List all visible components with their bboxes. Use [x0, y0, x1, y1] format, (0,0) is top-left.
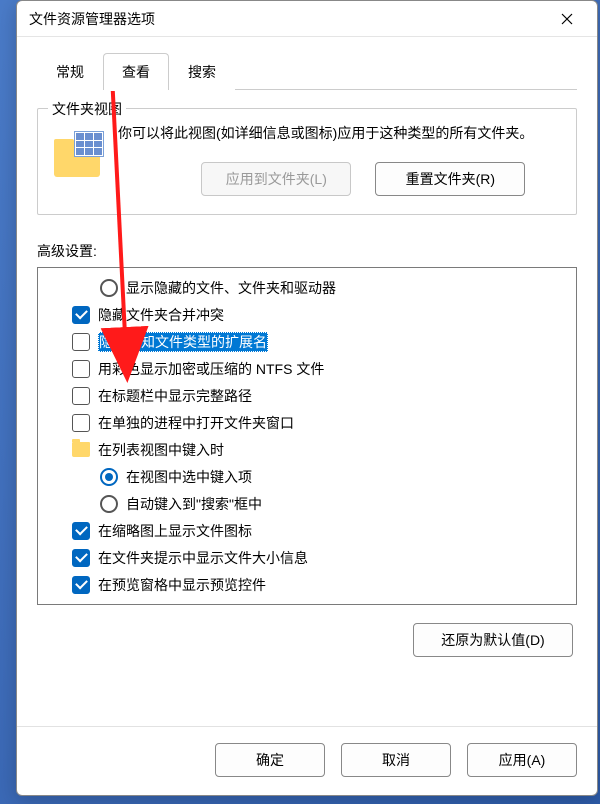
- folder-view-desc: 你可以将此视图(如详细信息或图标)应用于这种类型的所有文件夹。: [118, 123, 533, 144]
- list-item[interactable]: 在单独的进程中打开文件夹窗口: [46, 409, 568, 436]
- list-item-label: 在文件夹提示中显示文件大小信息: [98, 548, 308, 568]
- checkbox-icon[interactable]: [72, 522, 90, 540]
- list-item[interactable]: 隐藏已知文件类型的扩展名: [46, 328, 568, 355]
- ok-button[interactable]: 确定: [215, 743, 325, 777]
- list-item[interactable]: 隐藏文件夹合并冲突: [46, 301, 568, 328]
- cancel-button[interactable]: 取消: [341, 743, 451, 777]
- radio-icon[interactable]: [100, 495, 118, 513]
- checkbox-icon[interactable]: [72, 306, 90, 324]
- list-item[interactable]: 在预览窗格中显示预览控件: [46, 571, 568, 598]
- advanced-settings-label: 高级设置:: [37, 241, 577, 261]
- folder-icon: [72, 442, 90, 457]
- apply-to-folders-button[interactable]: 应用到文件夹(L): [201, 162, 351, 196]
- list-item-label: 显示隐藏的文件、文件夹和驱动器: [126, 278, 336, 298]
- list-item[interactable]: 在缩略图上显示文件图标: [46, 517, 568, 544]
- reset-folders-button[interactable]: 重置文件夹(R): [375, 162, 525, 196]
- list-item-label: 在视图中选中键入项: [126, 467, 252, 487]
- list-item[interactable]: 在视图中选中键入项: [46, 463, 568, 490]
- list-item[interactable]: 自动键入到"搜索"框中: [46, 490, 568, 517]
- list-item-label: 隐藏已知文件类型的扩展名: [98, 332, 268, 352]
- list-item-label: 在缩略图上显示文件图标: [98, 521, 252, 541]
- window-title: 文件资源管理器选项: [29, 9, 545, 29]
- checkbox-icon[interactable]: [72, 576, 90, 594]
- titlebar: 文件资源管理器选项: [17, 1, 597, 37]
- restore-defaults-button[interactable]: 还原为默认值(D): [413, 623, 573, 657]
- close-icon: [561, 13, 573, 25]
- checkbox-icon[interactable]: [72, 414, 90, 432]
- list-item-label: 在单独的进程中打开文件夹窗口: [98, 413, 294, 433]
- tab-bar: 常规 查看 搜索: [37, 53, 577, 90]
- folder-view-group: 文件夹视图 你可以将此视图(如详细信息或图标)应用于这种类型的所有文件夹。 应用…: [37, 108, 577, 215]
- checkbox-icon[interactable]: [72, 360, 90, 378]
- list-item-label: 隐藏文件夹合并冲突: [98, 305, 224, 325]
- checkbox-icon[interactable]: [72, 333, 90, 351]
- list-item[interactable]: 显示隐藏的文件、文件夹和驱动器: [46, 274, 568, 301]
- list-item[interactable]: 在标题栏中显示完整路径: [46, 382, 568, 409]
- list-item-label: 自动键入到"搜索"框中: [126, 494, 262, 514]
- tab-view[interactable]: 查看: [103, 53, 169, 90]
- radio-icon[interactable]: [100, 468, 118, 486]
- list-item[interactable]: 用彩色显示加密或压缩的 NTFS 文件: [46, 355, 568, 382]
- radio-icon[interactable]: [100, 279, 118, 297]
- tab-search[interactable]: 搜索: [169, 53, 235, 90]
- folder-view-group-label: 文件夹视图: [48, 99, 126, 119]
- folder-options-dialog: 文件资源管理器选项 常规 查看 搜索 文件夹视图 你可以将此视图(如详细信息或图…: [16, 0, 598, 796]
- advanced-settings-list[interactable]: 显示隐藏的文件、文件夹和驱动器隐藏文件夹合并冲突隐藏已知文件类型的扩展名用彩色显…: [37, 267, 577, 605]
- folder-view-icon: [54, 129, 104, 177]
- list-item: 在列表视图中键入时: [46, 436, 568, 463]
- checkbox-icon[interactable]: [72, 549, 90, 567]
- list-item-label: 用彩色显示加密或压缩的 NTFS 文件: [98, 359, 324, 379]
- list-item-label: 在列表视图中键入时: [98, 440, 224, 460]
- tab-general[interactable]: 常规: [37, 53, 103, 90]
- list-item[interactable]: 在文件夹提示中显示文件大小信息: [46, 544, 568, 571]
- apply-button[interactable]: 应用(A): [467, 743, 577, 777]
- close-button[interactable]: [545, 5, 589, 33]
- dialog-footer: 确定 取消 应用(A): [17, 726, 597, 795]
- checkbox-icon[interactable]: [72, 387, 90, 405]
- list-item-label: 在标题栏中显示完整路径: [98, 386, 252, 406]
- list-item-label: 在预览窗格中显示预览控件: [98, 575, 266, 595]
